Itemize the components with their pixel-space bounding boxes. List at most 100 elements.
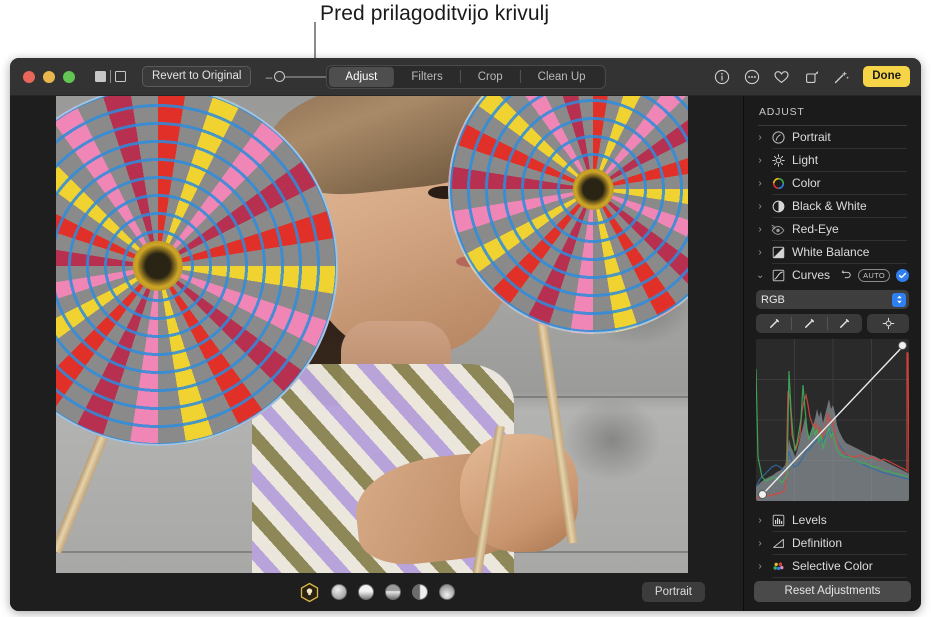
chevron-right-icon[interactable]: › <box>756 515 764 526</box>
revert-to-original-button[interactable]: Revert to Original <box>142 66 251 87</box>
chevron-right-icon[interactable]: › <box>756 247 764 258</box>
magic-wand-icon[interactable] <box>833 68 850 85</box>
black-point-eyedropper[interactable] <box>756 314 791 333</box>
curves-icon <box>771 268 785 282</box>
traffic-lights <box>23 71 75 83</box>
chevron-right-icon[interactable]: › <box>756 132 764 143</box>
done-button[interactable]: Done <box>863 66 910 87</box>
favorite-heart-icon[interactable] <box>773 68 790 85</box>
photo-canvas-area: Portrait <box>10 96 743 611</box>
sidebar-item-label: Black & White <box>792 199 867 213</box>
chevron-right-icon[interactable]: › <box>756 561 764 572</box>
sidebar-item-portrait[interactable]: › Portrait <box>754 126 911 148</box>
chevron-right-icon[interactable]: › <box>756 155 764 166</box>
callout-label: Pred prilagoditvijo krivulj <box>320 2 549 26</box>
definition-icon <box>771 536 785 550</box>
color-wheel-icon <box>771 176 785 190</box>
tab-filters[interactable]: Filters <box>394 67 459 87</box>
zoom-out-icon[interactable]: – <box>264 70 273 84</box>
undo-arrow-icon[interactable] <box>841 266 852 284</box>
white-point-eyedropper[interactable] <box>827 314 862 333</box>
adjust-sidebar: ADJUST › Portrait › Light <box>743 96 921 611</box>
sidebar-item-definition[interactable]: › Definition <box>754 532 911 554</box>
channel-value: RGB <box>761 294 785 306</box>
sidebar-item-red-eye[interactable]: › Red-Eye <box>754 218 911 240</box>
light-sun-icon <box>771 153 785 167</box>
white-balance-icon <box>771 245 785 259</box>
sidebar-item-selective-color[interactable]: › Selective Color <box>754 555 911 577</box>
sidebar-item-color[interactable]: › Color <box>754 172 911 194</box>
fx-cube-icon[interactable] <box>299 582 320 603</box>
photos-editor-window: Revert to Original – + Adjust Filters Cr… <box>10 58 921 611</box>
sidebar-item-label: Curves <box>792 268 830 282</box>
edited-photo[interactable] <box>56 96 688 573</box>
split-view-outline-icon <box>115 71 126 82</box>
list-item[interactable] <box>385 584 401 600</box>
tab-crop[interactable]: Crop <box>461 67 520 87</box>
curves-graph[interactable] <box>756 339 909 501</box>
curves-editor[interactable] <box>756 339 909 501</box>
effect-thumbnails <box>299 582 455 603</box>
curves-tool-row <box>756 314 909 333</box>
chevron-right-icon[interactable]: › <box>756 224 764 235</box>
curve-control-point-white[interactable] <box>898 341 907 350</box>
list-item[interactable] <box>412 584 428 600</box>
list-item[interactable] <box>331 584 347 600</box>
tab-clean-up[interactable]: Clean Up <box>521 67 603 87</box>
divider <box>110 70 111 83</box>
red-eye-icon <box>771 222 785 236</box>
info-icon[interactable] <box>713 68 730 85</box>
sidebar-item-label: Color <box>792 176 821 190</box>
selective-color-icon <box>771 559 785 573</box>
chevron-right-icon[interactable]: › <box>756 538 764 549</box>
reset-adjustments-button[interactable]: Reset Adjustments <box>754 581 911 602</box>
sidebar-item-label: White Balance <box>792 245 869 259</box>
sidebar-item-light[interactable]: › Light <box>754 149 911 171</box>
black-white-circle-icon <box>771 199 785 213</box>
chevron-right-icon[interactable]: › <box>756 201 764 212</box>
sidebar-title: ADJUST <box>754 96 911 125</box>
maximize-button[interactable] <box>63 71 75 83</box>
chevron-right-icon[interactable]: › <box>756 178 764 189</box>
sidebar-item-label: Definition <box>792 536 842 550</box>
sidebar-item-levels[interactable]: › Levels <box>754 509 911 531</box>
chevron-updown-icon[interactable] <box>892 293 906 307</box>
window-body: Portrait ADJUST › Portrait › <box>10 96 921 611</box>
sidebar-item-label: Selective Color <box>792 559 873 573</box>
compare-view-toggle[interactable] <box>95 70 126 83</box>
auto-badge[interactable]: AUTO <box>858 269 890 282</box>
edit-mode-tabs: Adjust Filters Crop Clean Up <box>325 65 605 89</box>
sidebar-item-label: Light <box>792 153 818 167</box>
sidebar-item-black-and-white[interactable]: › Black & White <box>754 195 911 217</box>
levels-icon <box>771 513 785 527</box>
close-button[interactable] <box>23 71 35 83</box>
chevron-down-icon[interactable]: ⌄ <box>756 270 764 281</box>
portrait-icon <box>771 130 785 144</box>
effects-filmstrip: Portrait <box>10 573 743 611</box>
screenshot-root: Pred prilagoditvijo krivulj Revert to Or… <box>0 0 931 617</box>
curve-control-point-black[interactable] <box>758 490 767 499</box>
checkmark-icon[interactable] <box>896 269 909 282</box>
sidebar-item-label: Portrait <box>792 130 831 144</box>
split-view-filled-icon <box>95 71 106 82</box>
sidebar-item-label: Levels <box>792 513 827 527</box>
window-toolbar: Revert to Original – + Adjust Filters Cr… <box>10 58 921 96</box>
sidebar-item-label: Red-Eye <box>792 222 839 236</box>
eyedropper-group <box>756 314 862 333</box>
sidebar-item-white-balance[interactable]: › White Balance <box>754 241 911 263</box>
portrait-mode-button[interactable]: Portrait <box>642 582 705 602</box>
channel-select[interactable]: RGB <box>756 290 909 309</box>
toolbar-right-actions: Done <box>713 66 910 87</box>
more-options-icon[interactable] <box>743 68 760 85</box>
sidebar-item-curves[interactable]: ⌄ Curves AUTO <box>754 264 911 286</box>
curves-controls: AUTO <box>841 266 909 284</box>
rotate-icon[interactable] <box>803 68 820 85</box>
gray-point-eyedropper[interactable] <box>791 314 826 333</box>
zoom-knob[interactable] <box>274 71 285 82</box>
list-item[interactable] <box>439 584 455 600</box>
list-item[interactable] <box>358 584 374 600</box>
minimize-button[interactable] <box>43 71 55 83</box>
add-point-target-icon[interactable] <box>867 314 909 333</box>
tab-adjust[interactable]: Adjust <box>328 67 394 87</box>
divider <box>772 577 907 578</box>
